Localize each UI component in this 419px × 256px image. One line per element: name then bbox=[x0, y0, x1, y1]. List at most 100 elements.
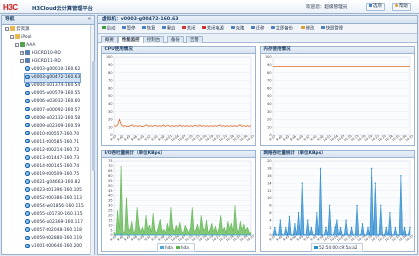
collapse-icon[interactable]: « bbox=[88, 16, 91, 24]
y-tick-label: 90 bbox=[267, 63, 271, 67]
tree-node[interactable]: - iPool bbox=[10, 34, 31, 41]
vm-icon bbox=[25, 82, 30, 88]
y-tick-label: 20 bbox=[108, 213, 112, 217]
vm-toolbar: 启动 暂停 恢复 重启 关闭 关闭电源 克隆 迁移 立即备份 修改 快照管理 bbox=[98, 24, 417, 34]
tree-node[interactable]: v0055-s01730-160.115 bbox=[25, 211, 83, 218]
tree-node[interactable]: v0007-o00092-160.57 bbox=[25, 106, 80, 114]
tree-node[interactable]: v0010-t00557-160.70 bbox=[25, 130, 79, 138]
data-point bbox=[277, 234, 280, 236]
collapse-icon[interactable]: - bbox=[15, 43, 19, 47]
tab-1[interactable]: 性能监控 bbox=[118, 35, 144, 43]
data-point bbox=[283, 234, 285, 236]
data-point bbox=[297, 212, 300, 214]
toolbar-label: 暂停 bbox=[126, 25, 136, 31]
collapse-icon[interactable]: - bbox=[20, 59, 24, 63]
tree-node[interactable]: v0006-o03032-160.60 bbox=[25, 98, 80, 105]
network-panel-title: 网络吞吐量统计（单位KBps） bbox=[261, 151, 414, 158]
data-point bbox=[286, 234, 289, 236]
tree-node[interactable]: v0054-w01856-160.115 bbox=[25, 203, 84, 210]
app-title: H3Cloud云计算管理平台 bbox=[32, 5, 93, 12]
options-button[interactable]: 选项 bbox=[366, 3, 385, 11]
power-icon bbox=[202, 25, 206, 30]
help-icon bbox=[395, 4, 398, 7]
tab-3[interactable]: 备份 bbox=[167, 35, 184, 43]
tree-node[interactable]: v0013-t01447-160.73 bbox=[25, 155, 79, 162]
data-point bbox=[378, 234, 380, 236]
tab-4[interactable]: 告警 bbox=[186, 35, 203, 43]
tree-node[interactable]: v0008-o02132-160.58 bbox=[25, 114, 80, 122]
tab-0[interactable]: 概要 bbox=[101, 35, 118, 43]
tree-node[interactable]: v0003-g00472-160.63 bbox=[23, 73, 82, 83]
toolbar-button-migrate[interactable]: 迁移 bbox=[250, 25, 265, 33]
data-point bbox=[307, 219, 309, 221]
page-title: 虚拟机：v0003-g00472-160.63 bbox=[98, 16, 417, 24]
data-point bbox=[343, 234, 345, 236]
tree-node-label: v0009-o02309-160.59 bbox=[31, 123, 81, 129]
data-point bbox=[363, 234, 366, 236]
toolbar-button-clone[interactable]: 克隆 bbox=[230, 25, 245, 33]
collapse-icon[interactable]: - bbox=[10, 35, 14, 39]
tree-node[interactable]: v0012-t00214-160.72 bbox=[25, 146, 80, 154]
legend-swatch bbox=[175, 246, 180, 250]
vm-icon bbox=[25, 235, 30, 241]
tree-node[interactable]: v0005-o00579-160.55 bbox=[25, 90, 80, 97]
tree-node[interactable]: v0059-t02880-160.119 bbox=[25, 235, 82, 242]
y-tick-label: 60 bbox=[108, 86, 112, 90]
tree-node[interactable]: v0004-o01374-160.54 bbox=[25, 82, 80, 89]
tree-node[interactable]: v0021-g04663-160.82 bbox=[25, 179, 80, 186]
y-tick-label: 55 bbox=[108, 179, 112, 183]
tree-node[interactable]: v0019-t00509-160.75 bbox=[25, 171, 79, 178]
tree-node[interactable]: - 云资源 bbox=[5, 26, 29, 33]
data-point bbox=[356, 204, 358, 207]
toolbar-button-power[interactable]: 关闭电源 bbox=[201, 25, 225, 33]
tree-node[interactable]: v0056-o02369-160.117 bbox=[25, 219, 83, 226]
tree-node[interactable]: v1001-t00646-160.200 bbox=[25, 243, 82, 250]
expand-icon[interactable]: + bbox=[20, 51, 24, 55]
tree-node-label: v0013-t01447-160.73 bbox=[31, 155, 80, 161]
tree-node-label: v0012-t00214-160.72 bbox=[31, 147, 80, 153]
tree-node[interactable]: - H3CRD11-RD bbox=[20, 58, 61, 65]
tab-2[interactable]: 控制台 bbox=[143, 35, 165, 43]
collapse-icon[interactable]: - bbox=[5, 27, 9, 31]
toolbar-button-resume[interactable]: 恢复 bbox=[141, 25, 156, 33]
data-point bbox=[325, 226, 327, 229]
chart-legend: 52:54:00:c9:5a:a2 bbox=[311, 243, 364, 252]
data-point bbox=[285, 226, 287, 229]
tree-node[interactable]: - AAA bbox=[15, 42, 35, 49]
data-point bbox=[275, 234, 278, 236]
data-point bbox=[400, 175, 402, 177]
tree-node[interactable]: v0009-o02309-160.59 bbox=[25, 122, 81, 130]
data-point bbox=[359, 234, 362, 236]
data-point bbox=[352, 234, 355, 236]
toolbar-label: 恢复 bbox=[146, 25, 156, 31]
data-point bbox=[391, 234, 393, 236]
toolbar-button-start[interactable]: 启动 bbox=[101, 25, 116, 33]
data-point bbox=[303, 234, 305, 236]
toolbar-button-backup[interactable]: 立即备份 bbox=[270, 25, 294, 33]
y-tick-label: 50 bbox=[108, 184, 112, 188]
help-button[interactable]: 帮助 bbox=[392, 3, 411, 11]
cpu-usage-chart: 01020304050607080901009:379:409:439:469:… bbox=[106, 55, 255, 142]
tree-node[interactable]: v0003-g00010-160.62 bbox=[25, 66, 80, 73]
chart-legend: hda hda bbox=[157, 243, 195, 252]
tree-node[interactable]: v0052-t00386-160.113 bbox=[25, 195, 82, 202]
y-tick-label: 75 bbox=[108, 159, 112, 163]
tree-node[interactable]: v0023-t01396-160.105 bbox=[25, 187, 82, 194]
y-tick-label: 80 bbox=[108, 71, 112, 75]
toolbar-button-restart[interactable]: 重启 bbox=[161, 25, 176, 33]
data-point bbox=[274, 226, 276, 229]
scrollbar-thumb[interactable] bbox=[91, 61, 95, 171]
toolbar-button-pause[interactable]: 暂停 bbox=[121, 25, 136, 33]
sidebar-scrollbar[interactable] bbox=[90, 25, 95, 255]
y-tick-label: 10 bbox=[108, 125, 112, 129]
toolbar-button-snapshot[interactable]: 快照管理 bbox=[320, 25, 344, 33]
main-panel: 虚拟机：v0003-g00472-160.63 启动 暂停 恢复 重启 关闭 关闭电源 克隆… bbox=[97, 15, 418, 255]
y-tick-label: 15 bbox=[108, 218, 112, 222]
tree-node[interactable]: v0014-t00145-160.74 bbox=[25, 163, 79, 170]
toolbar-button-shutdown[interactable]: 关闭 bbox=[181, 25, 196, 33]
tree-node[interactable]: v0011-t00585-160.71 bbox=[25, 138, 79, 146]
tree-node-label: v1001-t00646-160.200 bbox=[31, 244, 82, 250]
tree-node[interactable]: + H3CRD10-RD bbox=[20, 50, 61, 57]
tree-node[interactable]: v0057-t02048-160.118 bbox=[25, 227, 82, 234]
toolbar-button-edit[interactable]: 修改 bbox=[300, 25, 315, 33]
